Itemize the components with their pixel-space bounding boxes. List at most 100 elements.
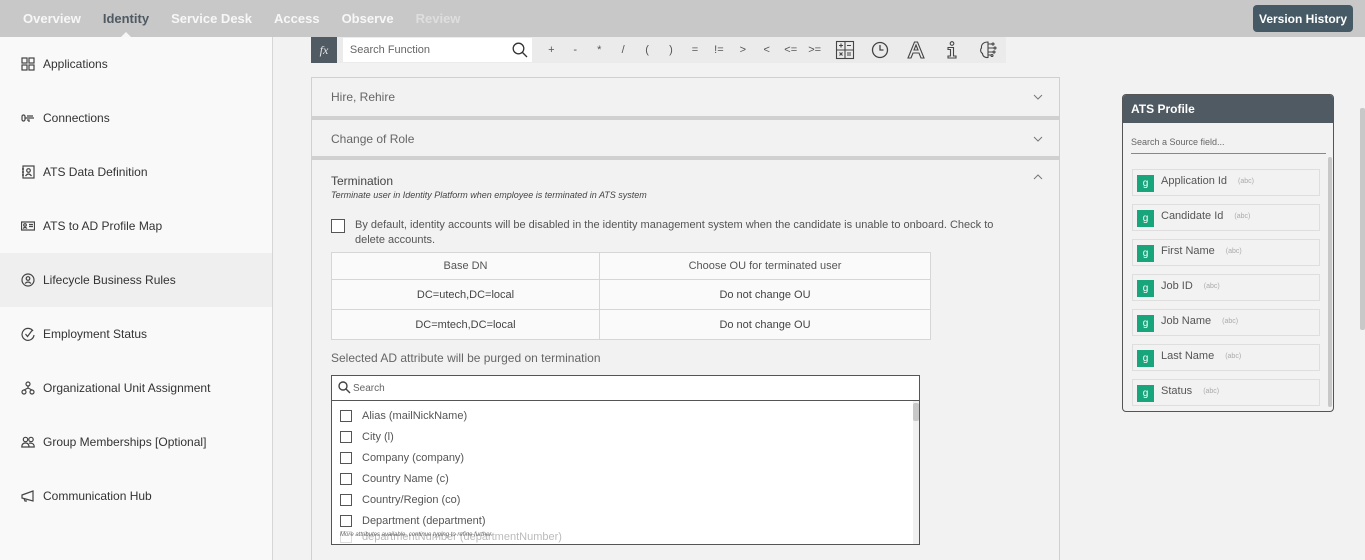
source-field-status[interactable]: g Status (abc) <box>1132 379 1320 406</box>
sidebar-item-employment-status[interactable]: Employment Status <box>0 307 272 361</box>
field-type-icon: g <box>1137 210 1154 227</box>
field-type-icon: g <box>1137 385 1154 402</box>
field-type-icon: g <box>1137 350 1154 367</box>
tab-review[interactable]: Review <box>405 0 472 37</box>
table-row: DC=mtech,DC=local Do not change OU <box>331 309 931 340</box>
chevron-up-icon[interactable] <box>1033 172 1043 182</box>
text-format-icon[interactable] <box>898 38 934 62</box>
clock-icon[interactable] <box>863 38 899 62</box>
operator-less-than[interactable]: < <box>755 44 779 56</box>
attribute-label: Department (department) <box>362 514 486 527</box>
check-circle-icon <box>21 327 35 341</box>
accordion-header-termination[interactable]: Termination Terminate user in Identity P… <box>312 160 1059 204</box>
info-icon[interactable] <box>934 38 970 62</box>
sidebar-item-applications[interactable]: Applications <box>0 37 272 91</box>
operator-minus[interactable]: - <box>563 44 587 56</box>
source-field-search-input[interactable] <box>1131 130 1326 153</box>
accordion-change-of-role: Change of Role <box>311 117 1060 157</box>
sidebar-item-ats-to-ad-profile-map[interactable]: ATS to AD Profile Map <box>0 199 272 253</box>
source-field-job-name[interactable]: g Job Name (abc) <box>1132 309 1320 336</box>
source-field-candidate-id[interactable]: g Candidate Id (abc) <box>1132 204 1320 231</box>
tab-access[interactable]: Access <box>263 0 331 37</box>
checkbox[interactable] <box>340 451 352 464</box>
sidebar-item-label: Organizational Unit Assignment <box>43 381 211 395</box>
operator-close-paren[interactable]: ) <box>659 44 683 56</box>
base-dn-cell: DC=utech,DC=local <box>331 279 600 310</box>
search-icon[interactable] <box>512 42 528 58</box>
tab-identity[interactable]: Identity <box>92 0 160 37</box>
source-field-search <box>1131 130 1326 154</box>
accordion-header-change-of-role[interactable]: Change of Role <box>312 120 1059 158</box>
field-name: Job Name <box>1161 314 1212 327</box>
ou-select-cell[interactable]: Do not change OU <box>599 279 931 310</box>
sidebar-item-ats-data-definition[interactable]: ATS Data Definition <box>0 145 272 199</box>
column-header-base-dn: Base DN <box>331 252 600 280</box>
sidebar-item-connections[interactable]: Connections <box>0 91 272 145</box>
checkbox[interactable] <box>340 514 352 527</box>
attribute-item-country-name[interactable]: Country Name (c) <box>332 468 914 489</box>
tab-overview[interactable]: Overview <box>12 0 92 37</box>
operator-less-equal[interactable]: <= <box>779 44 803 56</box>
brain-icon[interactable] <box>970 38 1006 62</box>
ats-profile-scrollbar[interactable] <box>1328 157 1332 407</box>
tab-service-desk[interactable]: Service Desk <box>160 0 263 37</box>
chevron-down-icon[interactable] <box>1033 92 1043 102</box>
sidebar-item-communication-hub[interactable]: Communication Hub <box>0 469 272 523</box>
attribute-label: City (l) <box>362 430 394 443</box>
function-search-input[interactable] <box>342 38 533 62</box>
ou-select-cell[interactable]: Do not change OU <box>599 309 931 340</box>
operator-open-paren[interactable]: ( <box>635 44 659 56</box>
field-name: Status <box>1161 384 1193 397</box>
attribute-search-input[interactable] <box>332 376 919 400</box>
source-field-first-name[interactable]: g First Name (abc) <box>1132 239 1320 266</box>
operator-equals[interactable]: = <box>683 44 707 56</box>
attribute-item-company[interactable]: Company (company) <box>332 447 914 468</box>
attribute-list-scrollbar[interactable] <box>913 401 919 544</box>
attribute-item-alias[interactable]: Alias (mailNickName) <box>332 405 914 426</box>
accordion-hire-rehire: Hire, Rehire <box>311 77 1060 117</box>
scrollbar-thumb[interactable] <box>913 403 919 421</box>
sidebar-item-organizational-unit-assignment[interactable]: Organizational Unit Assignment <box>0 361 272 415</box>
delete-accounts-checkbox[interactable] <box>331 219 345 233</box>
sidebar-item-label: ATS Data Definition <box>43 165 148 179</box>
operator-divide[interactable]: / <box>611 44 635 56</box>
fx-button[interactable]: fx <box>311 37 337 63</box>
operator-plus[interactable]: + <box>539 44 563 56</box>
calculator-icon[interactable] <box>827 38 863 62</box>
user-circle-icon <box>21 273 35 287</box>
checkbox[interactable] <box>340 409 352 422</box>
source-field-last-name[interactable]: g Last Name (abc) <box>1132 344 1320 371</box>
chevron-down-icon[interactable] <box>1033 134 1043 144</box>
field-type: (abc) <box>1222 317 1239 325</box>
source-field-job-id[interactable]: g Job ID (abc) <box>1132 274 1320 301</box>
source-field-application-id[interactable]: g Application Id (abc) <box>1132 169 1320 196</box>
page-scrollbar[interactable] <box>1360 108 1365 330</box>
field-type-icon: g <box>1137 175 1154 192</box>
attribute-label: Country Name (c) <box>362 472 449 485</box>
sidebar-item-lifecycle-business-rules[interactable]: Lifecycle Business Rules <box>0 253 272 307</box>
sidebar-item-label: Lifecycle Business Rules <box>43 273 176 287</box>
attribute-picker: Alias (mailNickName) City (l) Company (c… <box>331 375 920 545</box>
more-attributes-hint: More attributes available, continue typi… <box>340 532 493 538</box>
accordion-subtitle: Terminate user in Identity Platform when… <box>331 190 647 200</box>
sidebar-item-group-memberships[interactable]: Group Memberships [Optional] <box>0 415 272 469</box>
sidebar-item-label: ATS to AD Profile Map <box>43 219 163 233</box>
field-type: (abc) <box>1203 387 1220 395</box>
operator-multiply[interactable]: * <box>587 44 611 56</box>
org-chart-icon <box>21 381 35 395</box>
tab-observe[interactable]: Observe <box>331 0 405 37</box>
checkbox[interactable] <box>340 472 352 485</box>
attribute-label: Company (company) <box>362 451 465 464</box>
attribute-item-department[interactable]: Department (department) <box>332 510 914 531</box>
field-type: (abc) <box>1234 212 1251 220</box>
version-history-button[interactable]: Version History <box>1253 5 1353 32</box>
checkbox[interactable] <box>340 430 352 443</box>
connection-icon <box>21 111 35 125</box>
accordion-header-hire-rehire[interactable]: Hire, Rehire <box>312 78 1059 116</box>
checkbox[interactable] <box>340 493 352 506</box>
operator-not-equals[interactable]: != <box>707 44 731 56</box>
operator-greater-than[interactable]: > <box>731 44 755 56</box>
operator-greater-equal[interactable]: >= <box>803 44 827 56</box>
attribute-item-city[interactable]: City (l) <box>332 426 914 447</box>
attribute-item-country-region[interactable]: Country/Region (co) <box>332 489 914 510</box>
